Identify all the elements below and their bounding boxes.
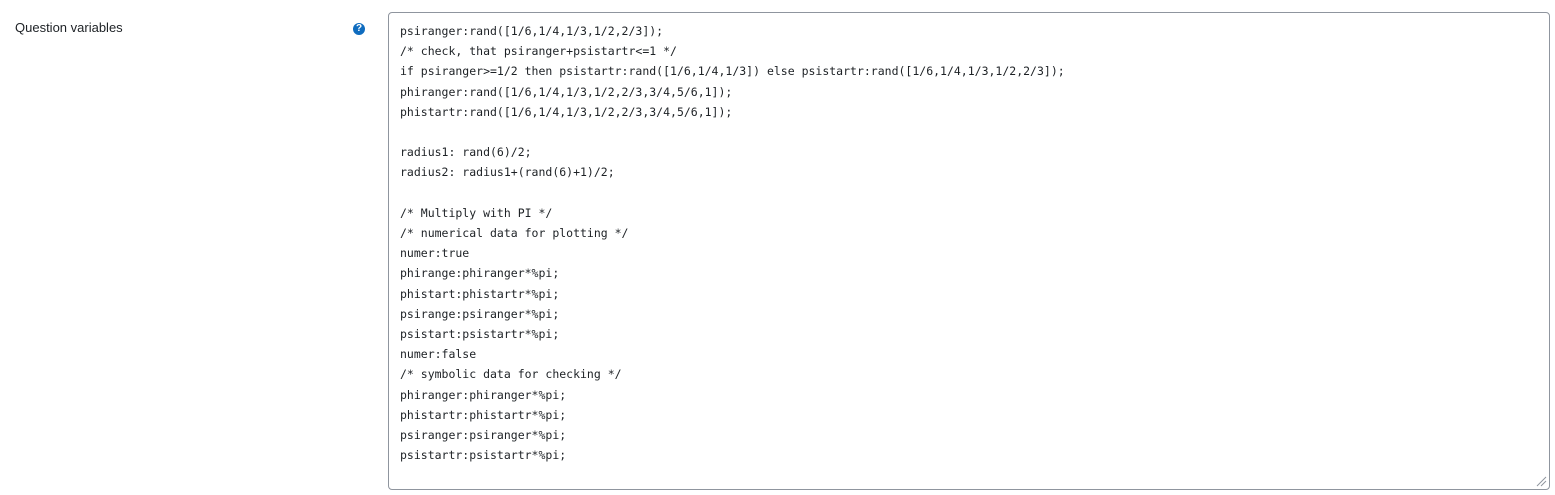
question-variables-row: Question variables ? psiranger:rand([1/6… (0, 0, 1555, 495)
question-variables-label: Question variables (15, 20, 123, 35)
question-variables-textarea[interactable]: psiranger:rand([1/6,1/4,1/3,1/2,2/3]); /… (388, 12, 1550, 490)
resize-handle-icon[interactable] (1535, 475, 1547, 487)
question-circle-icon[interactable]: ? (353, 23, 365, 35)
